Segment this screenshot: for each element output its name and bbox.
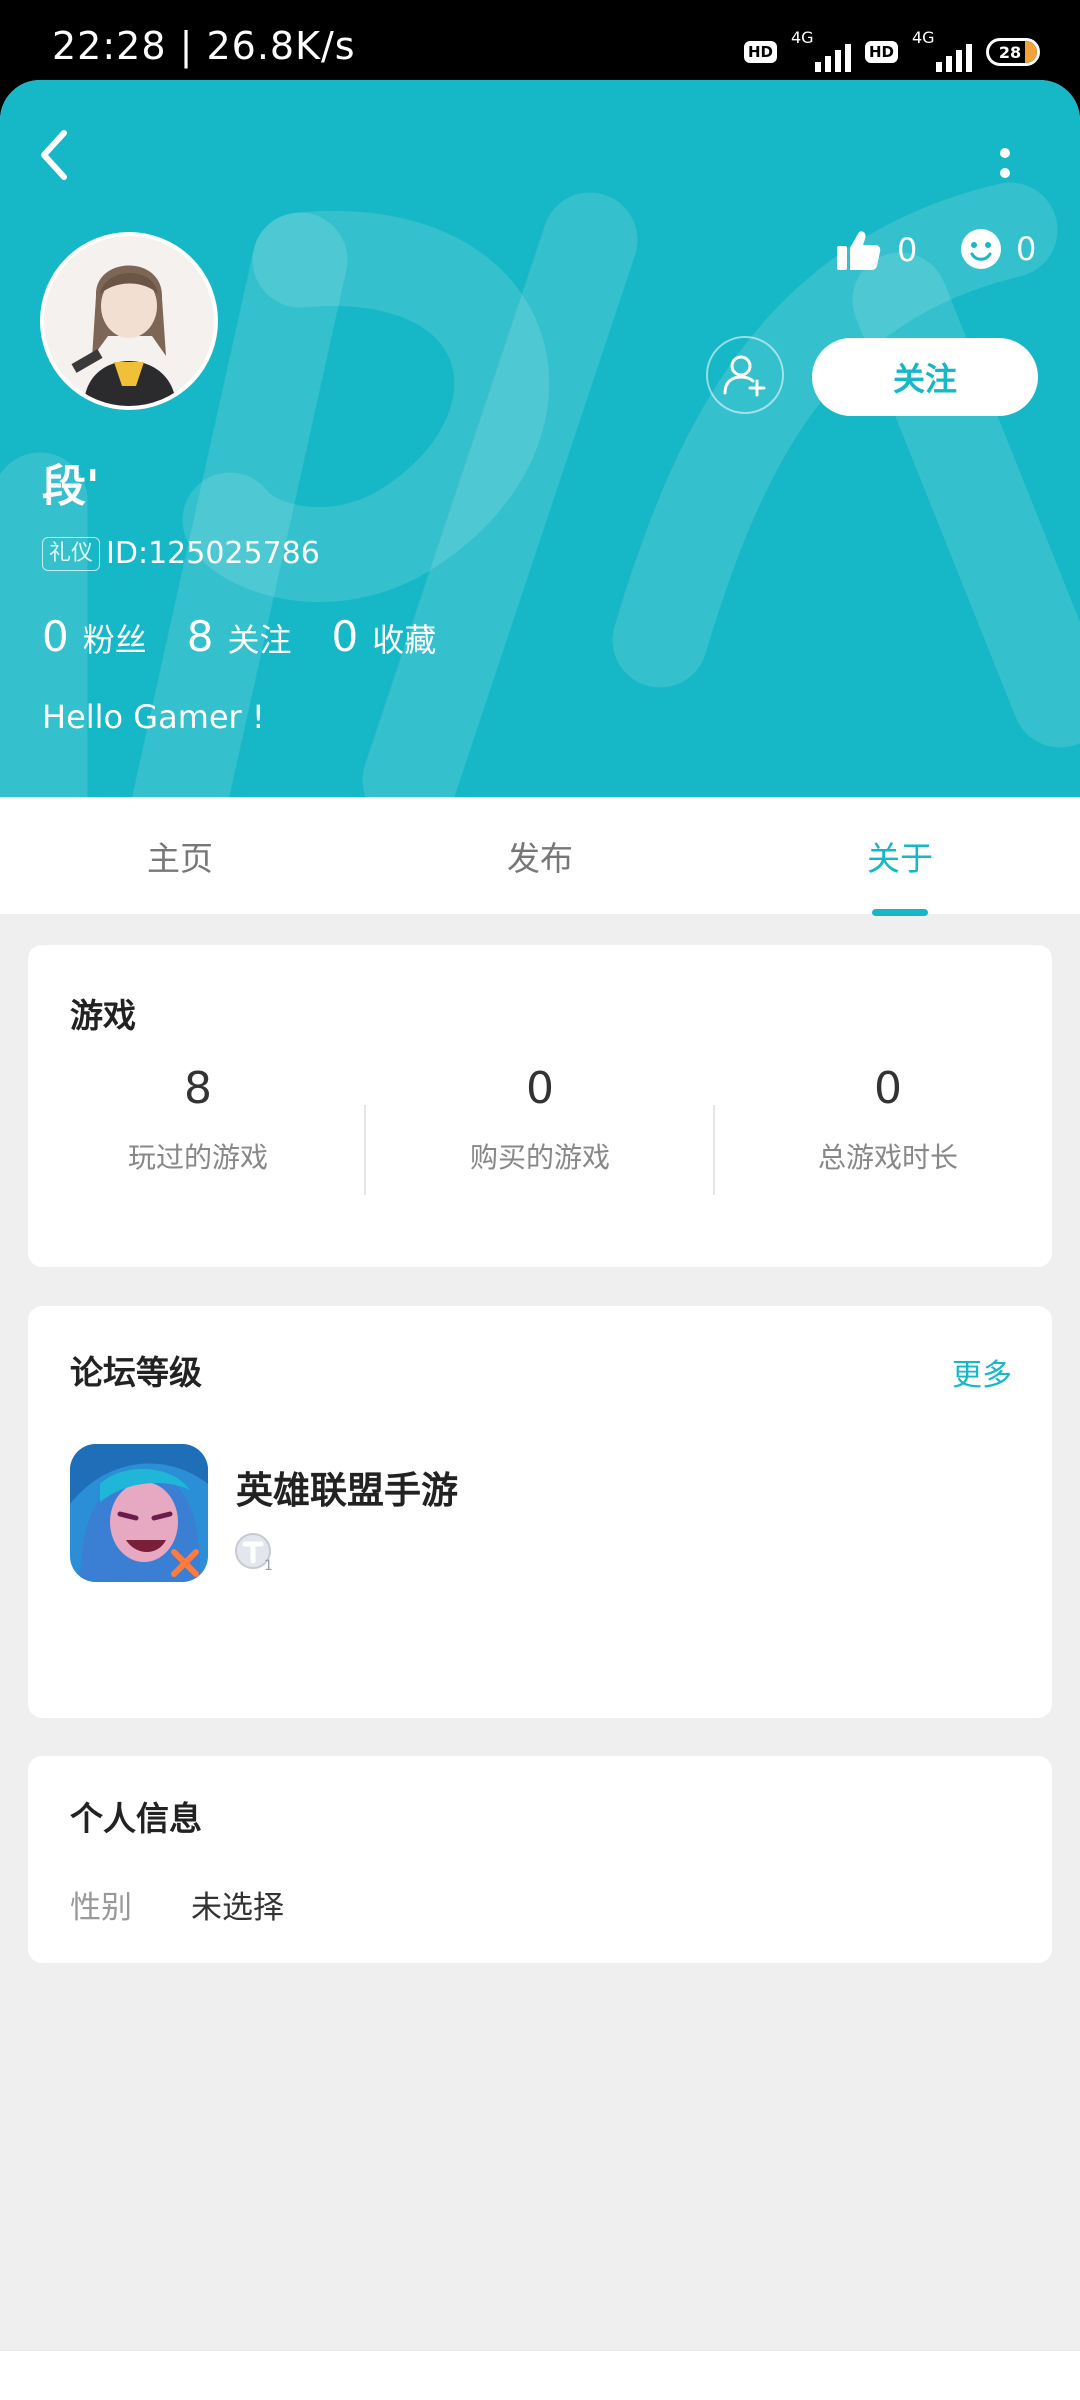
chevron-left-icon [41, 130, 67, 180]
playtime-value: 0 [874, 1063, 902, 1114]
signal-icon-2: 4G [912, 28, 972, 72]
menu-button[interactable] [262, 2386, 322, 2400]
divider [713, 1105, 715, 1195]
likes-count: 0 [897, 231, 918, 269]
games-card: 游戏 8 玩过的游戏 0 购买的游戏 0 总游戏时长 [28, 945, 1052, 1267]
stat-favorites-value: 0 [331, 612, 359, 661]
smiley-icon [961, 229, 1001, 269]
hd-icon: HD [743, 41, 777, 63]
purchased-games-stat[interactable]: 0 购买的游戏 [390, 1063, 690, 1176]
stat-fans-value: 0 [42, 612, 69, 661]
forum-game-name[interactable]: 英雄联盟手游 [236, 1460, 458, 1514]
profile-stats: 0 粉丝 8 关注 0 收藏 [42, 612, 476, 661]
status-time-speed: 22:28 | 26.8K/s [52, 24, 356, 68]
network-type-label-2: 4G [912, 28, 935, 47]
username: 段' [42, 461, 100, 512]
playtime-label: 总游戏时长 [817, 1141, 958, 1174]
user-id-row: 礼仪 ID:125025786 [42, 536, 320, 571]
dot [1000, 168, 1010, 178]
reactions-counter[interactable]: 0 [960, 228, 1036, 270]
personal-info-card: 个人信息 性别 未选择 [28, 1756, 1052, 1963]
reactions-count: 0 [1016, 230, 1037, 268]
dot [1000, 148, 1010, 158]
avatar-image [44, 236, 214, 406]
game-app-icon [70, 1444, 208, 1582]
hd-icon-2: HD [864, 41, 898, 63]
forum-level-card: 论坛等级 更多 英雄联盟手游 1 [28, 1306, 1052, 1718]
thumbs-up-icon [837, 231, 881, 270]
stat-favorites-label: 收藏 [372, 621, 437, 659]
avatar[interactable] [40, 232, 218, 410]
purchased-games-label: 购买的游戏 [469, 1141, 610, 1174]
level-badge-icon: 1 [234, 1532, 276, 1574]
battery-level: 28 [998, 42, 1022, 62]
playtime-stat[interactable]: 0 总游戏时长 [738, 1063, 1038, 1176]
system-nav-bar [0, 2350, 1080, 2400]
stat-following-label: 关注 [227, 621, 292, 659]
network-type-label: 4G [790, 28, 814, 47]
personal-info-title: 个人信息 [70, 1799, 202, 1838]
add-friend-button[interactable] [706, 336, 784, 414]
stat-fans-label: 粉丝 [82, 621, 147, 659]
purchased-games-value: 0 [526, 1063, 554, 1114]
tab-posts[interactable]: 发布 [440, 797, 640, 914]
gender-value: 未选择 [191, 1890, 284, 1926]
stat-following[interactable]: 8 关注 [187, 612, 292, 661]
etiquette-badge: 礼仪 [42, 536, 101, 571]
game-icon[interactable] [70, 1444, 208, 1582]
status-icons: HD 4G HD 4G 28 [743, 28, 1040, 74]
active-tab-indicator [872, 909, 928, 916]
gender-label: 性别 [70, 1890, 132, 1926]
stat-following-value: 8 [186, 612, 214, 661]
divider [364, 1105, 366, 1195]
profile-header: 0 0 关注 段' 礼仪 ID:125025786 0 粉丝 8 关注 0 收藏… [0, 80, 1080, 797]
tab-home[interactable]: 主页 [80, 797, 280, 914]
user-id: ID:125025786 [106, 536, 320, 571]
svg-text:1: 1 [264, 1558, 273, 1574]
played-games-label: 玩过的游戏 [127, 1141, 268, 1174]
bio: Hello Gamer ! [42, 698, 265, 736]
played-games-stat[interactable]: 8 玩过的游戏 [48, 1063, 348, 1176]
nav-back-button[interactable] [756, 2386, 816, 2400]
likes-counter[interactable]: 0 [835, 228, 917, 272]
home-button[interactable] [508, 2386, 568, 2400]
more-link[interactable]: 更多 [952, 1350, 1012, 1394]
signal-icon: 4G [791, 28, 851, 72]
played-games-value: 8 [184, 1063, 212, 1114]
stat-fans[interactable]: 0 粉丝 [42, 612, 147, 661]
more-options-button[interactable] [985, 130, 1025, 196]
add-user-icon [723, 355, 766, 397]
back-button[interactable] [36, 125, 96, 191]
tab-bar: 主页 发布 关于 [0, 797, 1080, 914]
profile-screen: 0 0 关注 段' 礼仪 ID:125025786 0 粉丝 8 关注 0 收藏… [0, 80, 1080, 2400]
stat-favorites[interactable]: 0 收藏 [332, 612, 437, 661]
forum-level-title: 论坛等级 [70, 1353, 202, 1392]
watermark-logo [0, 182, 1080, 797]
tab-about[interactable]: 关于 [800, 797, 1000, 914]
follow-button[interactable]: 关注 [812, 338, 1038, 416]
battery-icon: 28 [986, 38, 1040, 66]
games-card-title: 游戏 [70, 996, 136, 1035]
